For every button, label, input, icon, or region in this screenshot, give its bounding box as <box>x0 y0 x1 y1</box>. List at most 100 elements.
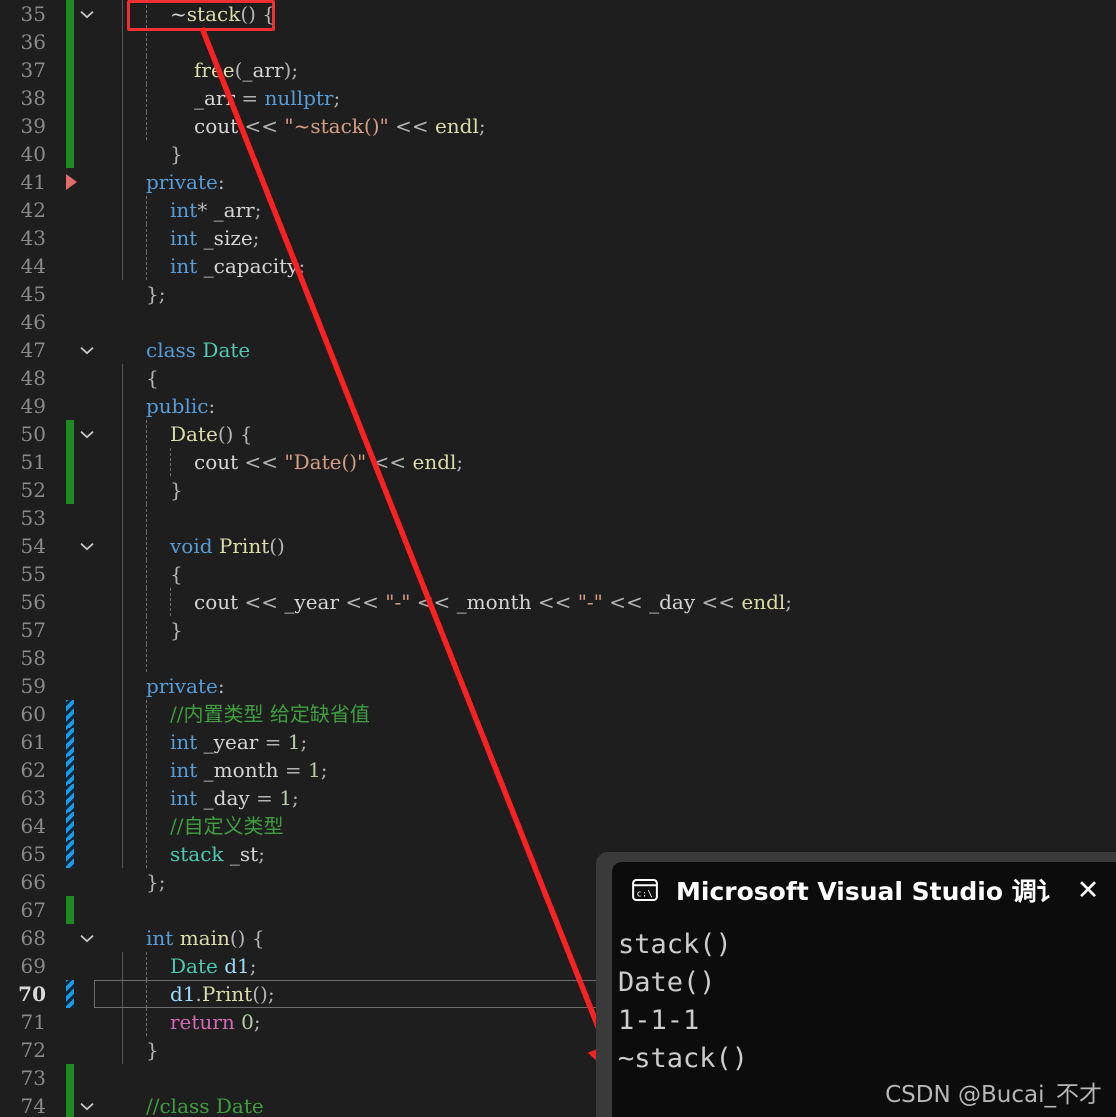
code-token: //内置类型 给定缺省值 <box>170 702 370 726</box>
line-number: 63 <box>20 786 46 810</box>
chevron-down-icon[interactable] <box>80 0 96 28</box>
code-token: = <box>235 86 265 110</box>
chevron-down-icon[interactable] <box>80 532 96 560</box>
code-line[interactable]: 43 int _size; <box>0 224 1116 252</box>
code-token: } <box>170 478 183 502</box>
code-line[interactable]: 51 cout << "Date()" << endl; <box>0 448 1116 476</box>
code-line[interactable]: 46 <box>0 308 1116 336</box>
code-token: } <box>170 618 183 642</box>
line-number: 49 <box>20 394 46 418</box>
code-line[interactable]: 54 void Print() <box>0 532 1116 560</box>
saved-change-bar <box>66 140 74 168</box>
line-number: 45 <box>20 282 46 306</box>
console-titlebar[interactable]: c:\ Microsoft Visual Studio 调讠 ✕ <box>612 862 1116 918</box>
code-line[interactable]: 63 int _day = 1; <box>0 784 1116 812</box>
code-token: = <box>278 758 308 782</box>
code-token: private <box>146 170 218 194</box>
code-token: } <box>146 1038 159 1062</box>
code-token: return <box>170 1010 235 1034</box>
code-token: _day <box>197 786 250 810</box>
indent-guide <box>122 28 124 56</box>
unsaved-change-bar <box>66 980 74 1008</box>
code-token: int <box>170 254 198 278</box>
code-text: private: <box>98 672 225 700</box>
line-number: 60 <box>20 702 46 726</box>
code-line[interactable]: 41 private: <box>0 168 1116 196</box>
code-line[interactable]: 40} <box>0 140 1116 168</box>
code-token: ; <box>320 758 328 782</box>
code-line[interactable]: 45}; <box>0 280 1116 308</box>
code-token: cout <box>194 590 239 614</box>
code-line[interactable]: 58 <box>0 644 1116 672</box>
code-line[interactable]: 49 public: <box>0 392 1116 420</box>
code-line[interactable]: 62 int _month = 1; <box>0 756 1116 784</box>
line-number: 73 <box>20 1066 46 1090</box>
code-text: Date d1; <box>98 952 256 980</box>
line-number: 70 <box>18 982 46 1006</box>
code-line[interactable]: 44 int _capacity; <box>0 252 1116 280</box>
indent-guide <box>146 644 148 672</box>
code-token: public <box>146 394 209 418</box>
unsaved-change-bar <box>66 840 74 868</box>
code-token: endl <box>434 114 479 138</box>
code-line[interactable]: 57} <box>0 616 1116 644</box>
code-token: _st <box>223 842 259 866</box>
line-number: 59 <box>20 674 46 698</box>
line-number: 51 <box>20 450 46 474</box>
code-token: ; <box>333 86 341 110</box>
bookmark-marker-icon[interactable] <box>66 174 77 190</box>
code-line[interactable]: 48 { <box>0 364 1116 392</box>
code-token: cout <box>194 450 239 474</box>
code-text: //自定义类型 <box>98 812 283 840</box>
code-text: }; <box>98 868 165 896</box>
code-token: nullptr <box>264 86 334 110</box>
chevron-down-icon[interactable] <box>80 1092 96 1117</box>
code-token: { <box>251 926 265 950</box>
code-line[interactable]: 39 cout << "~stack()" << endl; <box>0 112 1116 140</box>
code-text: //内置类型 给定缺省值 <box>98 700 370 728</box>
unsaved-change-bar <box>66 728 74 756</box>
code-line[interactable]: 38 _arr = nullptr; <box>0 84 1116 112</box>
code-line[interactable]: 60 //内置类型 给定缺省值 <box>0 700 1116 728</box>
close-icon[interactable]: ✕ <box>1060 877 1116 904</box>
chevron-down-icon[interactable] <box>80 924 96 952</box>
indent-guide <box>122 644 124 672</box>
code-token: << <box>410 590 457 614</box>
code-text: } <box>98 140 183 168</box>
saved-change-bar <box>66 1092 74 1117</box>
code-line[interactable]: 64 //自定义类型 <box>0 812 1116 840</box>
code-text: cout << "~stack()" << endl; <box>98 112 486 140</box>
code-line[interactable]: 61 int _year = 1; <box>0 728 1116 756</box>
code-line[interactable]: 59 private: <box>0 672 1116 700</box>
code-line[interactable]: 50 Date() { <box>0 420 1116 448</box>
line-number: 41 <box>20 170 46 194</box>
code-token: class <box>146 338 197 362</box>
line-number: 71 <box>20 1010 46 1034</box>
code-line[interactable]: 37 free(_arr); <box>0 56 1116 84</box>
code-line[interactable]: 53 <box>0 504 1116 532</box>
code-token: ; <box>300 730 308 754</box>
code-text: int _year = 1; <box>98 728 307 756</box>
code-token: _day <box>649 590 696 614</box>
code-line[interactable]: 52} <box>0 476 1116 504</box>
code-token: 1 <box>279 786 292 810</box>
unsaved-change-bar <box>66 784 74 812</box>
code-line[interactable]: 56 cout << _year << "-" << _month << "-" … <box>0 588 1116 616</box>
code-token: = <box>258 730 288 754</box>
code-token: _arr <box>242 58 284 82</box>
code-line[interactable]: 47 class Date <box>0 336 1116 364</box>
svg-text:c:\: c:\ <box>637 890 653 900</box>
code-line[interactable]: 55 { <box>0 560 1116 588</box>
code-token: endl <box>412 450 457 474</box>
chevron-down-icon[interactable] <box>80 420 96 448</box>
line-number: 66 <box>20 870 46 894</box>
code-token: }; <box>146 870 166 894</box>
unsaved-change-bar <box>66 756 74 784</box>
code-line[interactable]: 36 <box>0 28 1116 56</box>
chevron-down-icon[interactable] <box>80 336 96 364</box>
code-line[interactable]: 42 int* _arr; <box>0 196 1116 224</box>
saved-change-bar <box>66 56 74 84</box>
code-token: endl <box>741 590 786 614</box>
line-number: 42 <box>20 198 46 222</box>
code-token: 0 <box>241 1010 254 1034</box>
